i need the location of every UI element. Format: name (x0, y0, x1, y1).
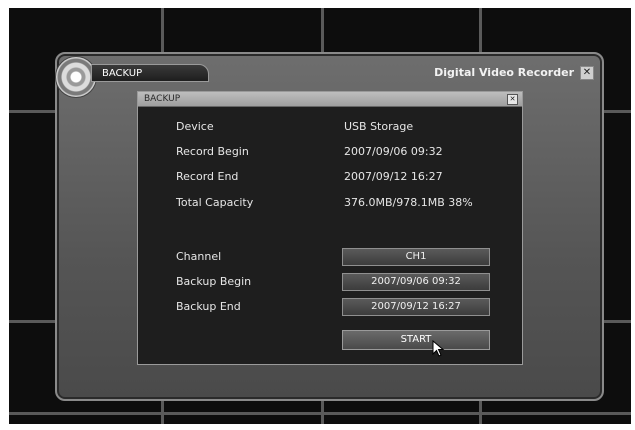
device-label: Device (176, 120, 214, 133)
dvr-screen: BACKUP Digital Video Recorder ✕ BACKUP ✕… (9, 8, 631, 424)
total-capacity-value: 376.0MB/978.1MB 38% (344, 196, 473, 209)
window-close-icon[interactable]: ✕ (580, 66, 594, 80)
record-begin-value: 2007/09/06 09:32 (344, 145, 443, 158)
window-header: BACKUP Digital Video Recorder ✕ (55, 56, 602, 98)
start-button[interactable]: START (342, 330, 490, 350)
app-title: Digital Video Recorder (434, 66, 574, 79)
record-begin-label: Record Begin (176, 145, 249, 158)
backup-end-field[interactable]: 2007/09/12 16:27 (342, 298, 490, 316)
channel-label: Channel (176, 250, 222, 263)
total-capacity-label: Total Capacity (176, 196, 254, 209)
record-end-label: Record End (176, 170, 239, 183)
dialog-title: BACKUP (144, 94, 181, 104)
backup-begin-field[interactable]: 2007/09/06 09:32 (342, 273, 490, 291)
backup-dialog: BACKUP ✕ Device USB Storage Record Begin… (137, 91, 523, 365)
backup-begin-label: Backup Begin (176, 275, 252, 288)
channel-select[interactable]: CH1 (342, 248, 490, 266)
dialog-titlebar: BACKUP ✕ (138, 92, 522, 107)
mouse-pointer-icon (432, 340, 445, 357)
record-end-value: 2007/09/12 16:27 (344, 170, 443, 183)
tab-backup[interactable]: BACKUP (91, 64, 209, 82)
grid-line (9, 412, 631, 415)
backup-end-label: Backup End (176, 300, 241, 313)
device-value: USB Storage (344, 120, 414, 133)
dialog-close-icon[interactable]: ✕ (507, 94, 518, 105)
